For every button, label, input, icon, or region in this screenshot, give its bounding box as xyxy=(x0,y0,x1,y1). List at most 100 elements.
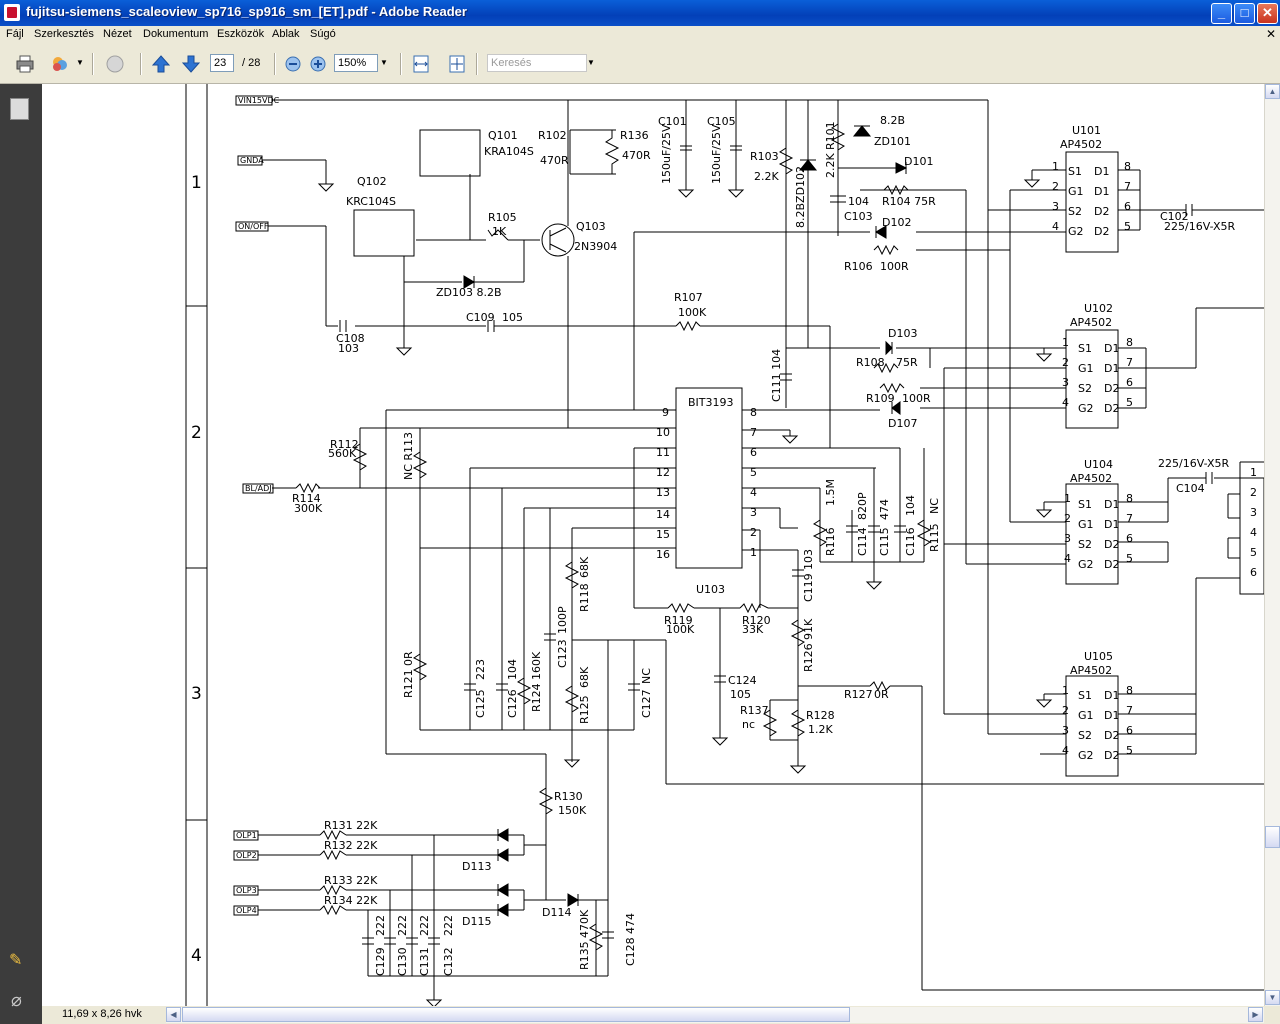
port-bl-adj: BL/ADJ xyxy=(242,483,274,494)
svg-text:7: 7 xyxy=(750,426,757,439)
minimize-button[interactable]: _ xyxy=(1211,3,1232,24)
svg-text:D1: D1 xyxy=(1104,518,1119,531)
svg-text:222: 222 xyxy=(418,915,431,936)
svg-text:5: 5 xyxy=(750,466,757,479)
page-size-label: 11,69 x 8,26 hvk xyxy=(62,1008,142,1020)
svg-text:1: 1 xyxy=(1062,684,1069,697)
scroll-right-icon[interactable]: ▶ xyxy=(1248,1007,1263,1022)
horizontal-scroll-thumb[interactable] xyxy=(182,1007,850,1022)
email-share-icon[interactable] xyxy=(50,54,70,74)
maximize-button[interactable]: □ xyxy=(1234,3,1255,24)
print-icon[interactable] xyxy=(15,54,35,74)
svg-text:68K: 68K xyxy=(578,666,591,688)
svg-text:D1: D1 xyxy=(1104,709,1119,722)
svg-text:2: 2 xyxy=(1064,512,1071,525)
menu-tools[interactable]: Eszközök xyxy=(217,28,264,40)
svg-text:1: 1 xyxy=(750,546,757,559)
svg-text:R124: R124 xyxy=(530,683,543,712)
svg-text:225/16V-X5R: 225/16V-X5R xyxy=(1164,220,1236,233)
svg-text:D113: D113 xyxy=(462,860,491,873)
svg-text:4: 4 xyxy=(1062,744,1069,757)
svg-text:2.2K: 2.2K xyxy=(754,170,779,183)
svg-text:D2: D2 xyxy=(1104,749,1119,762)
svg-text:7: 7 xyxy=(1124,180,1131,193)
menu-help[interactable]: Súgó xyxy=(310,28,336,40)
previous-page-icon[interactable] xyxy=(151,54,171,74)
svg-text:D1: D1 xyxy=(1104,498,1119,511)
svg-text:R131 22K: R131 22K xyxy=(324,819,378,832)
scroll-left-icon[interactable]: ◀ xyxy=(166,1007,181,1022)
attachments-icon[interactable]: ⌀ xyxy=(11,990,22,1011)
next-page-icon[interactable] xyxy=(181,54,201,74)
svg-text:BL/ADJ: BL/ADJ xyxy=(245,484,272,493)
zoom-dropdown-icon[interactable]: ▼ xyxy=(379,54,389,72)
svg-text:NC R113: NC R113 xyxy=(402,432,415,480)
svg-text:3: 3 xyxy=(1052,200,1059,213)
toolbar: ▼ 23 / 28 150% ▼ Keresés ▼ xyxy=(0,45,1280,84)
svg-text:R104 75R: R104 75R xyxy=(882,195,936,208)
svg-text:6: 6 xyxy=(750,446,757,459)
menu-bar: Fájl Szerkesztés Nézet Dokumentum Eszköz… xyxy=(0,26,1280,45)
svg-text:150uF/25V: 150uF/25V xyxy=(710,124,723,184)
search-dropdown-icon[interactable]: ▼ xyxy=(586,54,596,72)
svg-text:4: 4 xyxy=(1064,552,1071,565)
document-view[interactable]: 1 2 3 4 VIN15VDC GNDA ON/OFF BL/ADJ OLP1… xyxy=(42,84,1264,1006)
svg-text:C124: C124 xyxy=(728,674,757,687)
scroll-up-icon[interactable]: ▲ xyxy=(1265,84,1280,99)
svg-text:C116: C116 xyxy=(904,527,917,556)
svg-text:222: 222 xyxy=(442,915,455,936)
svg-text:NC: NC xyxy=(640,668,653,684)
horizontal-scrollbar[interactable]: ◀ ▶ xyxy=(166,1007,1264,1023)
zoom-level-input[interactable]: 150% xyxy=(334,54,378,72)
toolbar-separator xyxy=(140,53,142,75)
comments-icon[interactable]: ✎ xyxy=(9,950,22,970)
fit-page-icon[interactable] xyxy=(447,54,467,74)
svg-text:S2: S2 xyxy=(1078,729,1092,742)
menu-document[interactable]: Dokumentum xyxy=(143,28,208,40)
svg-text:AP4502: AP4502 xyxy=(1070,472,1112,485)
fit-width-icon[interactable] xyxy=(411,54,431,74)
vertical-scrollbar[interactable]: ▲ ▼ xyxy=(1264,84,1280,1006)
svg-text:S1: S1 xyxy=(1078,342,1092,355)
svg-text:D114: D114 xyxy=(542,906,571,919)
svg-text:R132 22K: R132 22K xyxy=(324,839,378,852)
scroll-down-icon[interactable]: ▼ xyxy=(1265,990,1280,1005)
svg-text:BIT3193: BIT3193 xyxy=(688,396,734,409)
svg-text:S2: S2 xyxy=(1078,538,1092,551)
svg-text:1.2K: 1.2K xyxy=(808,723,833,736)
close-button[interactable]: ✕ xyxy=(1257,3,1278,24)
hand-tool-icon[interactable] xyxy=(105,54,125,74)
svg-text:75R: 75R xyxy=(896,356,918,369)
svg-text:OLP3: OLP3 xyxy=(236,886,257,895)
svg-text:6: 6 xyxy=(1126,724,1133,737)
svg-text:S1: S1 xyxy=(1078,498,1092,511)
svg-text:AP4502: AP4502 xyxy=(1070,316,1112,329)
menu-window[interactable]: Ablak xyxy=(272,28,300,40)
pages-panel-icon[interactable] xyxy=(10,98,29,120)
svg-text:4: 4 xyxy=(1250,526,1257,539)
menu-view[interactable]: Nézet xyxy=(103,28,132,40)
svg-text:D1: D1 xyxy=(1094,165,1109,178)
adobe-reader-icon xyxy=(4,4,20,21)
svg-text:1.5M: 1.5M xyxy=(824,479,837,506)
menu-edit[interactable]: Szerkesztés xyxy=(34,28,94,40)
svg-text:91K: 91K xyxy=(802,618,815,640)
close-document-icon[interactable]: ✕ xyxy=(1266,27,1276,41)
page-number-input[interactable]: 23 xyxy=(210,54,234,72)
svg-text:R102: R102 xyxy=(538,129,567,142)
svg-text:R105: R105 xyxy=(488,211,517,224)
svg-text:OLP2: OLP2 xyxy=(236,851,257,860)
zoom-in-icon[interactable] xyxy=(308,54,328,74)
svg-text:C114: C114 xyxy=(856,527,869,556)
svg-text:Q103: Q103 xyxy=(576,220,606,233)
share-dropdown-icon[interactable]: ▼ xyxy=(75,54,85,72)
search-input[interactable]: Keresés xyxy=(487,54,587,72)
vertical-scroll-thumb[interactable] xyxy=(1265,826,1280,848)
menu-file[interactable]: Fájl xyxy=(6,28,24,40)
svg-text:6: 6 xyxy=(1126,532,1133,545)
svg-text:104: 104 xyxy=(848,195,869,208)
svg-text:2: 2 xyxy=(750,526,757,539)
zoom-out-icon[interactable] xyxy=(283,54,303,74)
svg-text:R126: R126 xyxy=(802,643,815,672)
svg-text:Q102: Q102 xyxy=(357,175,387,188)
